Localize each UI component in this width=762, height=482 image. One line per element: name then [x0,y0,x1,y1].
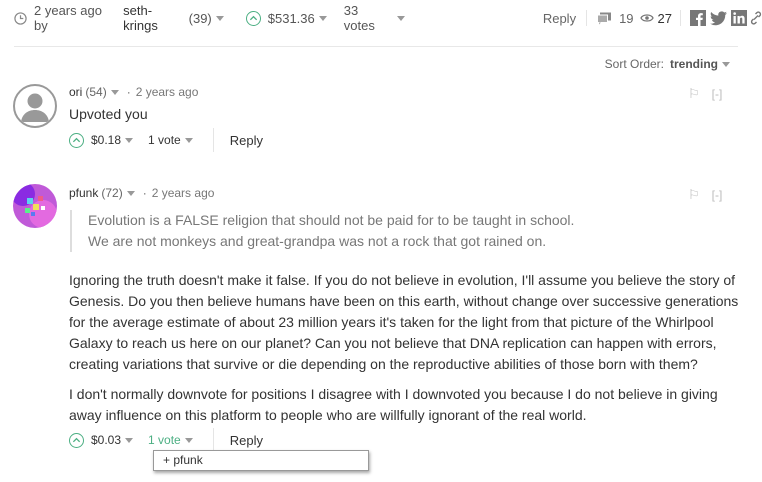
votes-dropdown-caret[interactable] [184,437,193,443]
user-silhouette-icon [21,93,49,122]
comment-votes[interactable]: 1 vote [148,433,181,447]
author-dropdown-caret[interactable] [215,15,224,21]
comment-header: pfunk (72) · 2 years ago [69,186,214,200]
quoted-text: Evolution is a FALSE religion that shoul… [70,210,630,252]
author-dropdown-caret[interactable] [126,190,135,196]
payout-dropdown-caret[interactable] [125,437,134,443]
comment-payout[interactable]: $0.18 [91,133,121,147]
comment-author[interactable]: ori [69,85,82,99]
eye-icon [639,13,654,23]
sort-order[interactable]: Sort Order: trending [605,57,730,71]
payout-dropdown-caret[interactable] [318,15,327,21]
comment-actions: ⚐ [-] [688,187,722,203]
votes-dropdown-caret[interactable] [184,137,193,143]
collapse-toggle[interactable]: [-] [712,87,723,101]
bullet-separator: · [142,186,147,200]
post-author-rep: (39) [188,10,212,26]
reply-link[interactable]: Reply [230,433,263,448]
divider [586,10,588,26]
avatar[interactable] [13,84,57,128]
voters-dropdown: + pfunk [153,450,369,471]
facebook-icon[interactable] [690,10,707,26]
quote-line: We are not monkeys and great-grandpa was… [88,233,547,249]
bullet-separator: · [126,85,131,99]
sort-label: Sort Order: [604,57,664,71]
post-reply-link[interactable]: Reply [543,11,576,26]
comments-icon[interactable] [597,12,612,25]
comment-author[interactable]: pfunk [69,186,98,200]
divider [14,46,738,47]
flag-icon[interactable]: ⚐ [688,86,700,102]
reply-link[interactable]: Reply [230,133,263,148]
comment-age[interactable]: 2 years ago [152,186,215,200]
flag-icon[interactable]: ⚐ [688,187,700,203]
post-votes[interactable]: 33 votes [344,3,393,33]
comment-actions: ⚐ [-] [688,86,722,102]
comment-paragraph: Ignoring the truth doesn't make it false… [69,272,739,372]
quote-line: Evolution is a FALSE religion that shoul… [88,212,575,228]
divider [212,428,214,452]
views-count: 27 [657,10,673,26]
comment-age[interactable]: 2 years ago [136,85,199,99]
comment-payout[interactable]: $0.03 [91,433,121,447]
upvote-button[interactable] [69,432,84,448]
comment-votes[interactable]: 1 vote [148,133,181,147]
comment-footer: $0.18 1 vote Reply [69,128,263,152]
author-dropdown-caret[interactable] [110,89,119,95]
comment-author-rep: (72) [101,186,123,200]
twitter-icon[interactable] [710,10,728,26]
comment-body: Upvoted you [69,106,148,122]
chevron-down-icon[interactable] [722,61,730,67]
sort-value[interactable]: trending [670,57,718,71]
collapse-toggle[interactable]: [-] [712,188,723,202]
avatar[interactable] [13,184,57,228]
post-upvote-button[interactable] [245,10,261,26]
divider [680,10,682,26]
comment-header: ori (54) · 2 years ago [69,85,198,99]
comments-count: 19 [619,10,634,26]
comment-footer: $0.03 1 vote Reply [69,428,263,452]
payout-dropdown-caret[interactable] [125,137,134,143]
post-age: 2 years ago by [34,3,102,33]
divider [212,128,214,152]
clock-icon [14,11,27,25]
post-meta-bar: 2 years ago by seth-krings (39) $531.36 … [14,3,762,33]
post-payout[interactable]: $531.36 [268,11,315,26]
comment-author-rep: (54) [85,85,107,99]
linkedin-icon[interactable] [731,10,748,26]
link-icon[interactable] [750,11,762,25]
votes-dropdown-caret[interactable] [396,15,405,21]
post-author[interactable]: seth-krings [123,3,186,33]
comment-paragraph: I don't normally downvote for positions … [69,386,718,423]
voter-item[interactable]: + pfunk [163,453,203,467]
upvote-button[interactable] [69,132,84,148]
